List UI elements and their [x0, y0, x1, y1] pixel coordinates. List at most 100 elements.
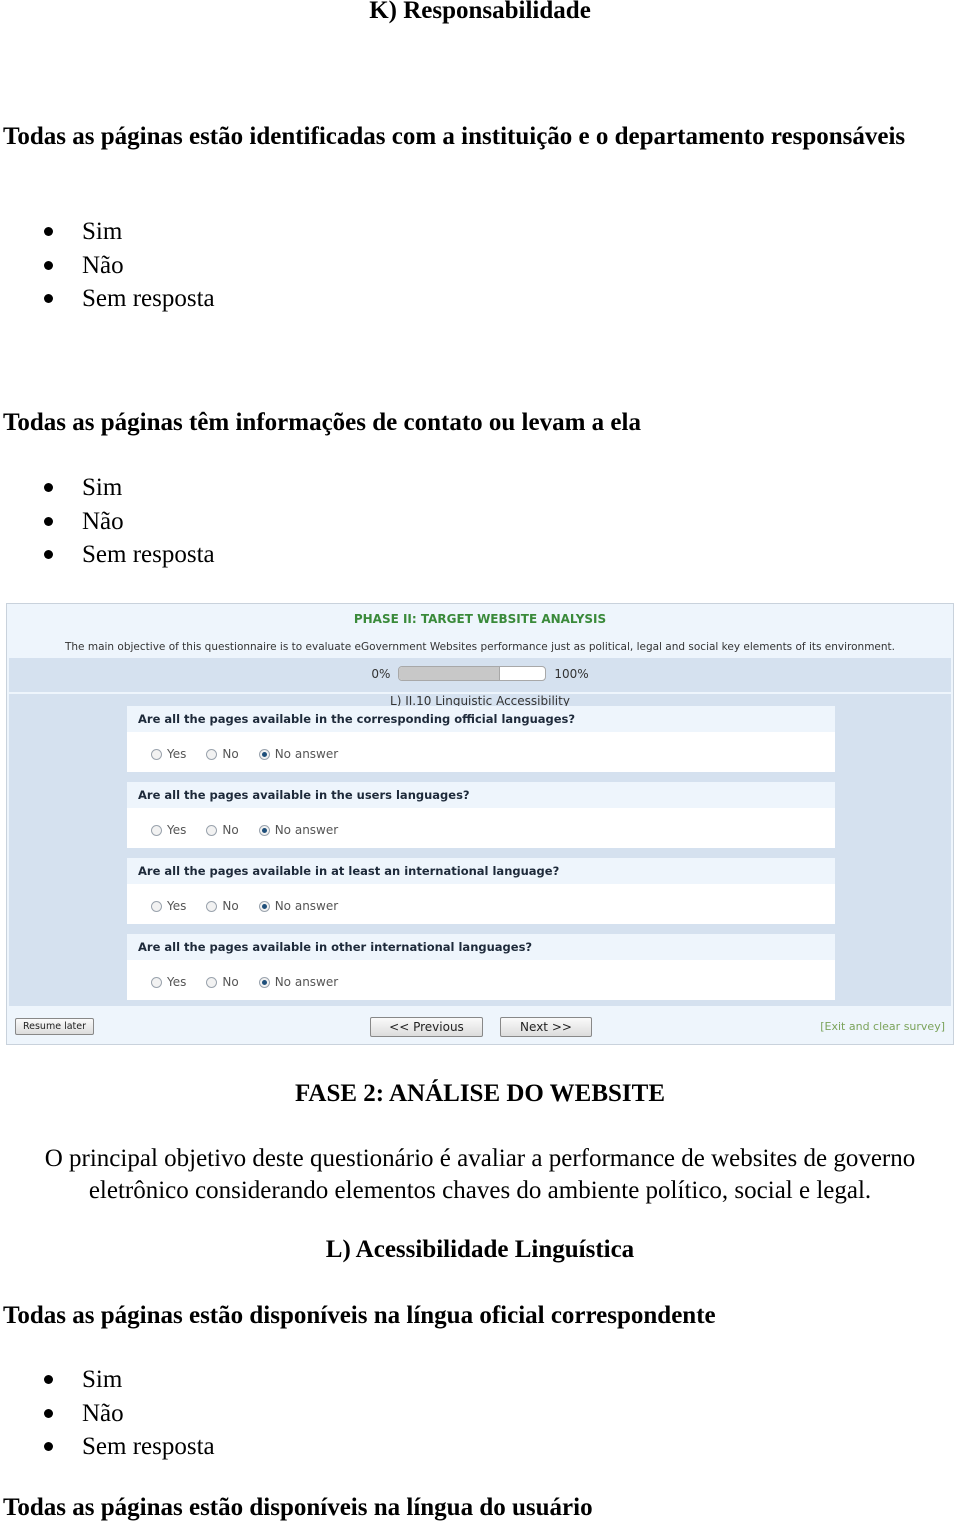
option-label: Sim — [82, 474, 123, 501]
option-list: Sim Não Sem resposta — [0, 1363, 215, 1464]
radio-label: No — [222, 899, 239, 913]
option-item: Não — [0, 505, 215, 539]
radio-label: No answer — [274, 747, 339, 761]
option-label: Sem resposta — [82, 541, 215, 568]
bullet-icon — [44, 260, 53, 270]
survey-screenshot: PHASE II: TARGET WEBSITE ANALYSIS The ma… — [6, 603, 954, 1045]
radio-option-yes[interactable]: Yes — [151, 823, 186, 837]
radio-button[interactable] — [151, 900, 162, 912]
radio-button-checked[interactable] — [258, 900, 270, 912]
phase2-description: O principal objetivo deste questionário … — [44, 1145, 916, 1204]
radio-option-no[interactable]: No — [206, 823, 239, 837]
radio-group: Yes No No answer — [151, 899, 358, 913]
radio-group: Yes No No answer — [151, 823, 358, 837]
radio-option-yes[interactable]: Yes — [151, 975, 186, 989]
radio-option-no[interactable]: No — [206, 747, 239, 761]
question-card: Are all the pages available in the corre… — [127, 706, 835, 772]
radio-option-no-answer[interactable]: No answer — [258, 823, 339, 837]
radio-button[interactable] — [206, 824, 218, 836]
radio-button[interactable] — [206, 748, 218, 760]
exit-and-clear-survey-link[interactable]: [Exit and clear survey] — [820, 1020, 945, 1033]
radio-button-checked[interactable] — [258, 748, 270, 760]
question-card: Are all the pages available in at least … — [127, 858, 835, 924]
radio-label: No — [222, 823, 239, 837]
option-label: Não — [82, 1399, 124, 1427]
question-heading: Todas as páginas estão disponíveis na lí… — [3, 1494, 593, 1521]
bullet-icon — [44, 1408, 53, 1418]
radio-label: No answer — [274, 975, 339, 989]
radio-option-no[interactable]: No — [206, 899, 239, 913]
question-text: Are all the pages available in the corre… — [127, 706, 835, 732]
question-heading: Todas as páginas estão identificadas com… — [3, 123, 906, 150]
radio-label: Yes — [167, 823, 187, 837]
radio-button-checked[interactable] — [258, 976, 270, 988]
option-label: Sim — [82, 218, 123, 245]
question-section: L) II.10 Linguistic Accessibility Are al… — [9, 694, 951, 1006]
option-item: Sem resposta — [0, 282, 215, 316]
radio-option-no-answer[interactable]: No answer — [258, 975, 339, 989]
radio-option-no[interactable]: No — [206, 975, 239, 989]
progress-min-label: 0% — [371, 666, 391, 681]
radio-group: Yes No No answer — [151, 747, 358, 761]
option-label: Sim — [82, 1366, 123, 1393]
progress-fill — [399, 667, 501, 680]
progress-band: 0% 100% — [9, 658, 951, 692]
option-item: Sem resposta — [0, 538, 215, 572]
question-card: Are all the pages available in the users… — [127, 782, 835, 848]
next-button[interactable]: Next >> — [500, 1017, 592, 1037]
option-label: Não — [82, 507, 124, 535]
option-item: Sem resposta — [0, 1430, 215, 1464]
option-label: Não — [82, 251, 124, 279]
radio-label: No answer — [274, 823, 339, 837]
radio-option-yes[interactable]: Yes — [151, 747, 186, 761]
section-k-title: K) Responsabilidade — [369, 0, 591, 24]
radio-label: Yes — [167, 899, 187, 913]
question-text: Are all the pages available in at least … — [127, 858, 835, 884]
progress-bar — [398, 666, 547, 681]
question-card: Are all the pages available in other int… — [127, 934, 835, 1000]
bullet-icon — [44, 1442, 53, 1451]
survey-description: The main objective of this questionnaire… — [64, 641, 896, 653]
radio-group: Yes No No answer — [151, 975, 358, 989]
bullet-icon — [44, 1375, 53, 1384]
phase2-title: FASE 2: ANÁLISE DO WEBSITE — [294, 1080, 666, 1107]
bullet-icon — [44, 516, 53, 526]
radio-button[interactable] — [151, 976, 162, 988]
radio-button[interactable] — [206, 900, 218, 912]
radio-button[interactable] — [206, 976, 218, 988]
question-text: Are all the pages available in other int… — [127, 934, 835, 960]
radio-option-no-answer[interactable]: No answer — [258, 899, 339, 913]
previous-button[interactable]: << Previous — [370, 1017, 483, 1037]
question-text: Are all the pages available in the users… — [127, 782, 835, 808]
radio-option-yes[interactable]: Yes — [151, 899, 186, 913]
progress-indicator: 0% 100% — [9, 666, 951, 681]
option-list: Sim Não Sem resposta — [0, 215, 215, 316]
survey-footer: Resume later << Previous Next >> [Exit a… — [7, 1014, 953, 1044]
survey-title: PHASE II: TARGET WEBSITE ANALYSIS — [353, 612, 607, 626]
option-item: Não — [0, 249, 215, 283]
option-label: Sem resposta — [82, 285, 215, 312]
radio-option-no-answer[interactable]: No answer — [258, 747, 339, 761]
progress-max-label: 100% — [554, 666, 589, 681]
radio-button[interactable] — [151, 748, 162, 760]
question-heading: Todas as páginas têm informações de cont… — [3, 409, 641, 436]
option-item: Não — [0, 1397, 215, 1431]
bullet-icon — [44, 483, 53, 492]
bullet-icon — [44, 227, 53, 236]
option-item: Sim — [0, 215, 215, 249]
section-l-title: L) Acessibilidade Linguística — [325, 1236, 635, 1263]
resume-later-button[interactable]: Resume later — [15, 1018, 94, 1035]
radio-label: Yes — [167, 975, 187, 989]
radio-button[interactable] — [151, 824, 162, 836]
bullet-icon — [44, 550, 53, 559]
radio-label: Yes — [167, 747, 187, 761]
option-item: Sim — [0, 471, 215, 505]
radio-button-checked[interactable] — [258, 824, 270, 836]
option-item: Sim — [0, 1363, 215, 1397]
question-heading: Todas as páginas estão disponíveis na lí… — [3, 1302, 716, 1329]
bullet-icon — [44, 294, 53, 303]
radio-label: No — [222, 747, 239, 761]
radio-label: No answer — [274, 899, 339, 913]
radio-label: No — [222, 975, 239, 989]
option-label: Sem resposta — [82, 1433, 215, 1460]
